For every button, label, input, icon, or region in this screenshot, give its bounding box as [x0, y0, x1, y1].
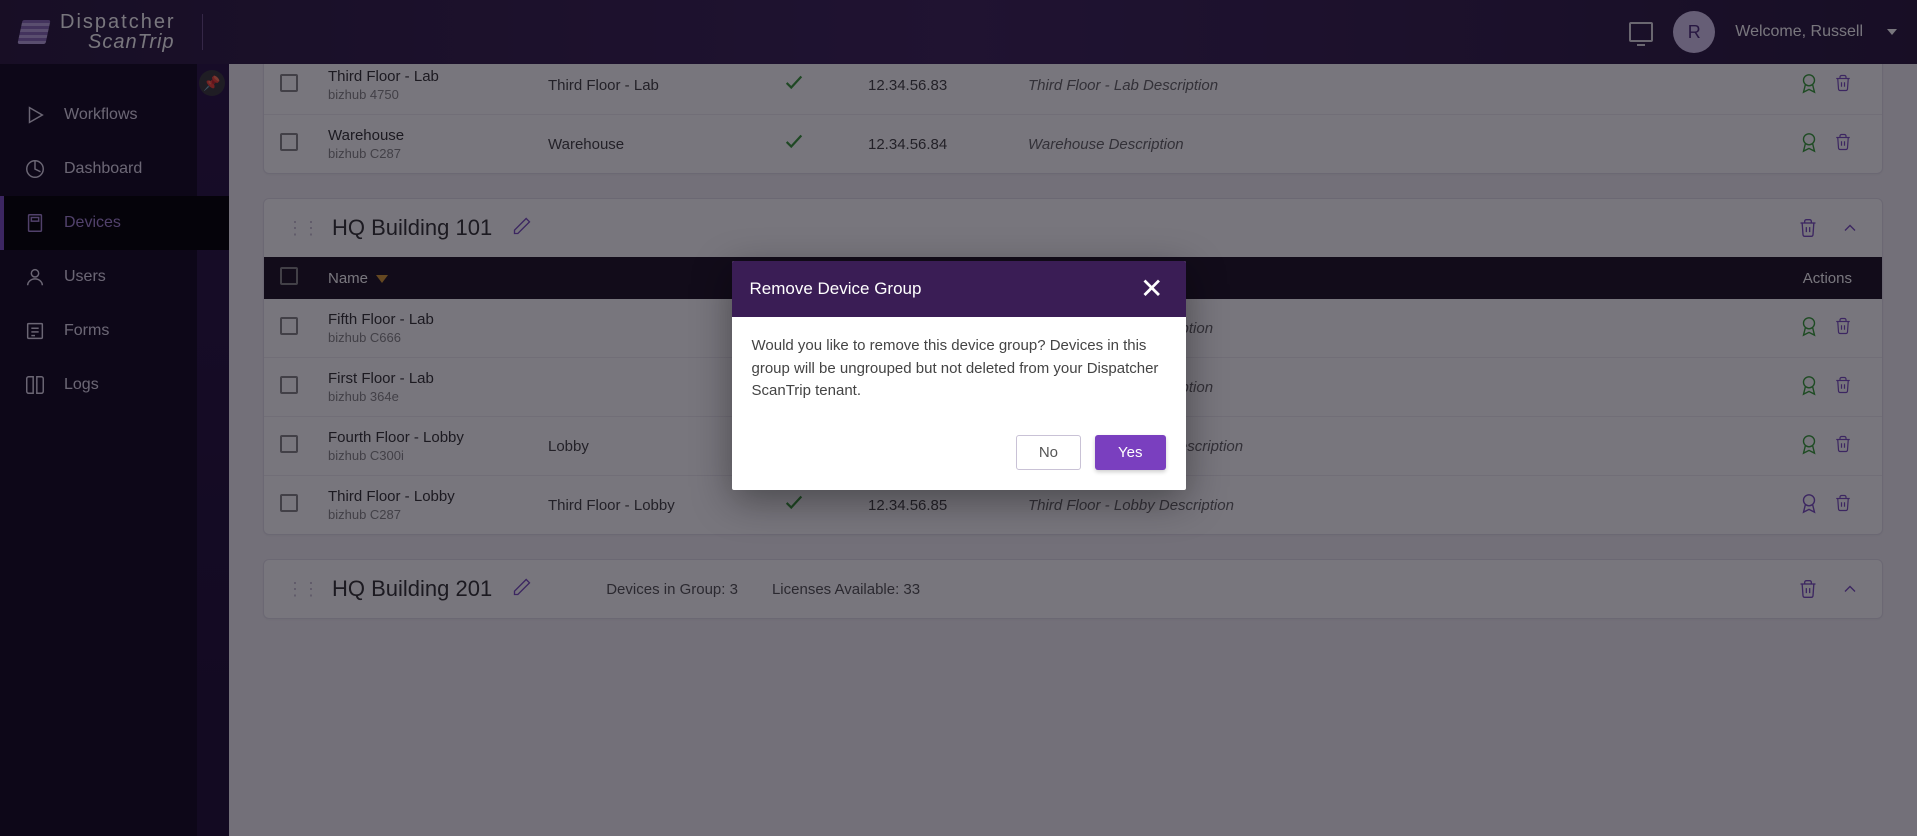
modal-title: Remove Device Group [750, 279, 922, 299]
modal-header: Remove Device Group ✕ [732, 261, 1186, 317]
modal-footer: No Yes [732, 421, 1186, 490]
modal-close-button[interactable]: ✕ [1136, 275, 1167, 303]
modal-no-button[interactable]: No [1016, 435, 1081, 470]
remove-group-modal: Remove Device Group ✕ Would you like to … [732, 261, 1186, 490]
modal-yes-button[interactable]: Yes [1095, 435, 1165, 470]
modal-body-text: Would you like to remove this device gro… [732, 317, 1186, 421]
modal-overlay: Remove Device Group ✕ Would you like to … [0, 0, 1917, 836]
